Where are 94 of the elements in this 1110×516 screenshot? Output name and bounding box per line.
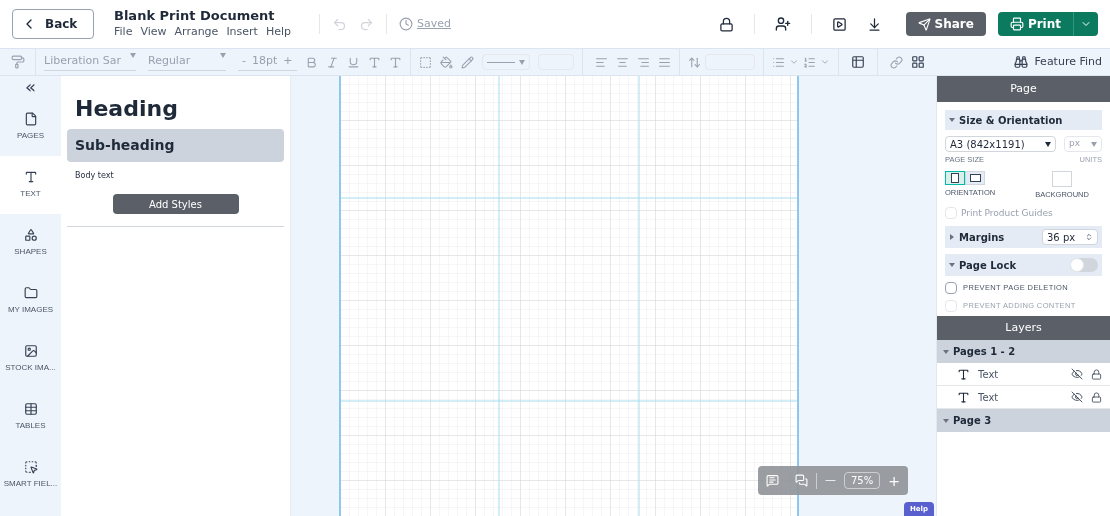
sidebar-tab[interactable]: TEXT <box>0 156 61 214</box>
menu-item[interactable]: File <box>114 23 133 41</box>
caret-icon <box>130 53 136 59</box>
hidden-icon[interactable] <box>1071 391 1083 403</box>
sidebar-tab[interactable]: MY IMAGES <box>0 272 61 330</box>
sidebar-tab[interactable]: SMART FIEL... <box>0 446 61 504</box>
expanded-caret-icon[interactable] <box>949 262 955 268</box>
menu-item[interactable]: Insert <box>226 23 258 41</box>
document-title: Blank Print Document <box>114 7 276 24</box>
share-button[interactable]: Share <box>905 12 986 36</box>
folder-icon <box>23 286 38 300</box>
bullet-list-icon[interactable] <box>771 55 785 69</box>
format-painter-icon[interactable] <box>10 55 25 69</box>
page-canvas[interactable] <box>338 76 799 516</box>
pencil-icon[interactable] <box>460 55 474 69</box>
italic-icon[interactable] <box>325 55 339 69</box>
binoculars-icon[interactable] <box>1014 55 1029 69</box>
table-icon[interactable] <box>850 55 865 69</box>
add-styles-button[interactable]: Add Styles <box>112 194 239 214</box>
lock-icon[interactable] <box>718 16 734 32</box>
add-user-icon[interactable] <box>774 16 791 32</box>
layer-group[interactable]: Pages 1 - 2 <box>937 340 1110 363</box>
section-header[interactable]: Margins 36 px <box>945 226 1102 248</box>
checkbox-label: Print Product Guides <box>961 206 1053 220</box>
background-swatch[interactable] <box>1052 171 1072 188</box>
hidden-icon[interactable] <box>1071 368 1083 380</box>
sidebar-tab[interactable]: STOCK IMA... <box>0 330 61 388</box>
text-style-item[interactable]: Sub-heading <box>67 129 284 162</box>
align-center-icon[interactable] <box>615 55 629 69</box>
comments-icon[interactable] <box>795 474 808 487</box>
link-icon[interactable] <box>889 55 903 69</box>
sidebar-tab[interactable]: TABLES <box>0 388 61 446</box>
printer-icon <box>1009 17 1024 31</box>
line-style-dropdown[interactable] <box>481 54 530 70</box>
layer-group[interactable]: Page 3 <box>937 409 1110 432</box>
numbered-list-icon[interactable] <box>802 55 816 69</box>
panel-header: Page <box>937 76 1110 102</box>
menu-item[interactable]: Help <box>265 23 291 41</box>
justify-icon[interactable] <box>657 55 671 69</box>
margins-field[interactable]: 36 px <box>1042 229 1098 245</box>
page-icon <box>23 112 38 126</box>
toggle-switch[interactable] <box>1070 258 1098 272</box>
portrait-page-icon <box>951 173 959 184</box>
send-icon <box>917 17 931 31</box>
expanded-caret-icon[interactable] <box>949 117 955 123</box>
present-icon[interactable] <box>831 16 847 32</box>
checkbox[interactable] <box>945 282 957 294</box>
clock-icon <box>399 17 413 31</box>
text-style-item[interactable]: Body text <box>67 162 284 190</box>
image-icon <box>23 344 38 358</box>
line-spacing-icon[interactable] <box>687 55 701 69</box>
align-left-icon[interactable] <box>594 55 608 69</box>
feature-find-button[interactable]: Feature Find <box>1034 53 1102 71</box>
sidebar-tab[interactable]: SHAPES <box>0 214 61 272</box>
layer-row[interactable]: Text <box>937 363 1110 386</box>
stepper-icon <box>1085 233 1093 241</box>
border-icon[interactable] <box>418 55 432 69</box>
menu-item[interactable]: View <box>140 23 167 41</box>
font-color-icon[interactable] <box>367 55 381 69</box>
underline-icon[interactable] <box>346 55 360 69</box>
orientation-button[interactable] <box>965 171 985 186</box>
text-options-icon[interactable] <box>388 55 402 69</box>
caret-icon[interactable] <box>819 57 830 67</box>
caret-icon <box>220 53 226 59</box>
caret-icon <box>1091 141 1097 147</box>
back-button[interactable]: Back <box>12 9 94 39</box>
redo-icon[interactable] <box>359 16 374 32</box>
text-style-item[interactable]: Heading <box>67 88 284 129</box>
layout-icon[interactable] <box>910 55 925 69</box>
caret-icon <box>1045 141 1051 147</box>
align-right-icon[interactable] <box>636 55 650 69</box>
shapes-icon <box>23 228 38 242</box>
expanded-caret-icon[interactable] <box>943 348 949 355</box>
table-icon <box>23 402 38 416</box>
undo-icon[interactable] <box>332 16 347 32</box>
caret-icon <box>518 59 525 65</box>
menu-item[interactable]: Arrange <box>174 23 219 41</box>
sidebar-tab[interactable]: PAGES <box>0 98 61 156</box>
comment-icon[interactable] <box>766 474 779 487</box>
caret-icon[interactable] <box>788 57 799 67</box>
landscape-page-icon <box>969 174 981 183</box>
orientation-button[interactable] <box>945 171 965 186</box>
panel-header: Layers <box>937 316 1110 340</box>
text-icon <box>23 170 38 184</box>
expanded-caret-icon[interactable] <box>943 417 949 424</box>
smart-field-icon <box>23 460 38 474</box>
section-header[interactable]: Size & Orientation <box>945 110 1102 130</box>
section-header[interactable]: Page Lock <box>945 254 1102 276</box>
collapse-button[interactable]: « <box>25 76 36 98</box>
fill-icon[interactable] <box>439 55 453 69</box>
text-icon <box>957 390 970 404</box>
text-icon <box>957 367 970 381</box>
page-size-dropdown[interactable]: A3 (842x1191) <box>945 136 1056 152</box>
collapsed-caret-icon[interactable] <box>949 234 955 240</box>
